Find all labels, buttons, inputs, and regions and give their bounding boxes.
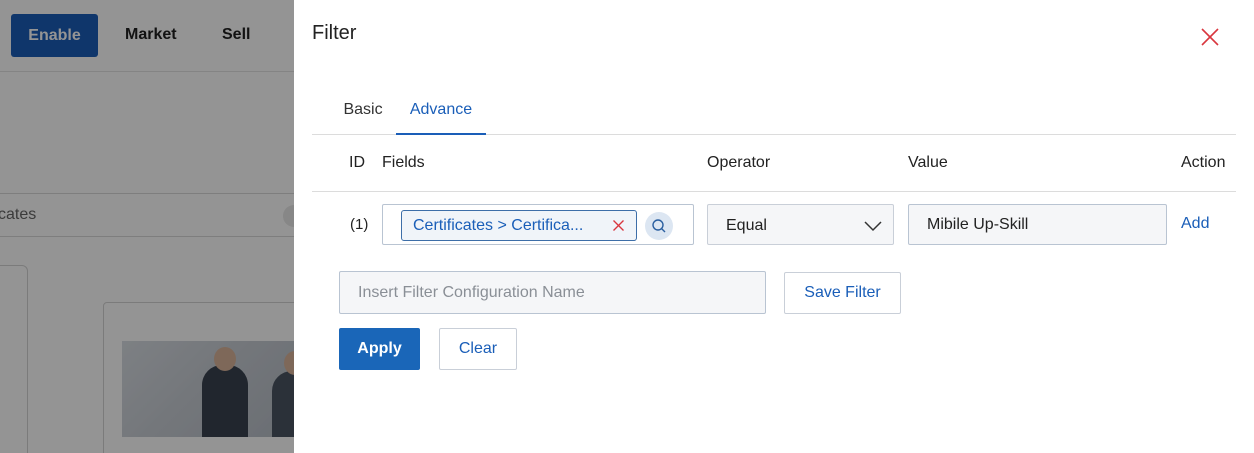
search-icon[interactable]: [645, 212, 673, 240]
operator-selected-value: Equal: [726, 217, 767, 234]
close-icon[interactable]: [1198, 25, 1222, 49]
row-id: (1): [350, 216, 369, 233]
fields-selector[interactable]: Certificates > Certifica...: [382, 204, 694, 245]
filter-drawer: Filter Basic Advance ID Fields Operator …: [294, 0, 1254, 453]
save-filter-button[interactable]: Save Filter: [784, 272, 901, 314]
modal-backdrop[interactable]: [0, 0, 294, 453]
tab-advance[interactable]: Advance: [396, 86, 486, 135]
chip-remove-icon[interactable]: [612, 219, 625, 232]
tab-basic[interactable]: Basic: [330, 86, 396, 134]
apply-button[interactable]: Apply: [339, 328, 420, 370]
add-row-link[interactable]: Add: [1181, 215, 1209, 233]
column-header-fields: Fields: [382, 154, 425, 171]
chevron-down-icon: [864, 219, 882, 232]
drawer-title: Filter: [312, 22, 357, 44]
filter-tabs: Basic Advance: [312, 86, 1236, 135]
filter-config-name-input[interactable]: [339, 271, 766, 314]
column-header-operator: Operator: [707, 154, 771, 171]
value-input[interactable]: [908, 204, 1167, 245]
header-divider: [312, 191, 1236, 192]
column-header-value: Value: [908, 154, 948, 171]
field-chip[interactable]: Certificates > Certifica...: [401, 210, 637, 241]
column-header-action: Action: [1181, 154, 1226, 171]
clear-button[interactable]: Clear: [439, 328, 517, 370]
field-chip-label: Certificates > Certifica...: [413, 216, 584, 234]
column-header-id: ID: [349, 154, 365, 171]
operator-select[interactable]: Equal: [707, 204, 894, 245]
